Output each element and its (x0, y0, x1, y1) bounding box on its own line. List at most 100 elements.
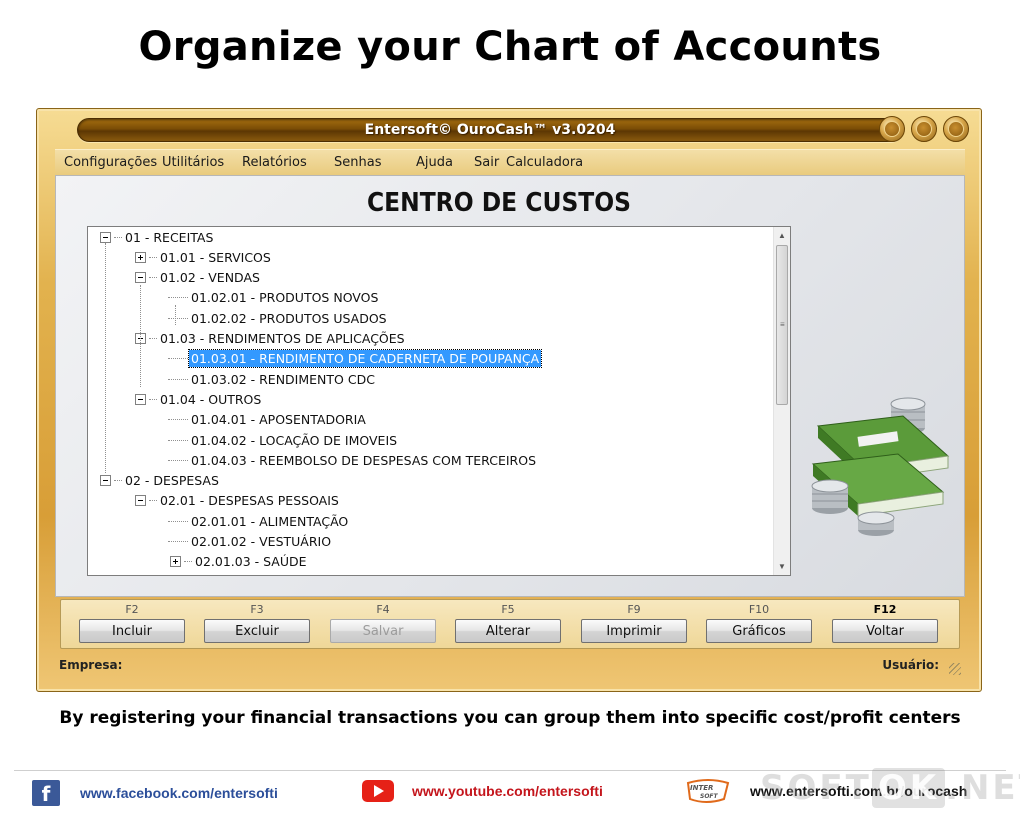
excluir-button[interactable]: Excluir (204, 619, 310, 643)
tree-node-label: 01 - RECEITAS (125, 229, 214, 245)
tree-node-label: 01.02.01 - PRODUTOS NOVOS (191, 290, 379, 306)
voltar-button[interactable]: Voltar (832, 619, 938, 643)
tree-node-label: 01.01 - SERVICOS (160, 249, 271, 265)
tree-node-label: 01.03.01 - RENDIMENTO DE CADERNETA DE PO… (187, 349, 543, 369)
section-title: CENTRO DE CUSTOS (366, 188, 632, 218)
tree-node-label: 01.04 - OUTROS (160, 391, 262, 407)
money-stack-icon (811, 397, 950, 536)
menu-utilitarios[interactable]: Utilitários (162, 155, 224, 170)
function-key-bar: F2 Incluir F3 Excluir F4 Salvar F5 Alterar F9 Imp… (60, 599, 960, 649)
tree-node-label: 01.04.02 - LOCAÇÃO DE IMOVEIS (191, 432, 398, 448)
tree-node[interactable]: 02.01 - DESPESAS PESSOAIS (135, 491, 341, 511)
collapse-icon[interactable] (135, 393, 146, 405)
window-title: Entersoft© OuroCash™ v3.0204 (364, 122, 616, 138)
fkey-label: F4 (376, 603, 390, 616)
tree-connector (149, 398, 157, 400)
caption: By registering your financial transactio… (59, 708, 961, 728)
fkey-label: F5 (501, 603, 515, 616)
tree-guide-line (175, 305, 176, 325)
tree-node[interactable]: 01.04.03 - REEMBOLSO DE DESPESAS COM TER… (168, 450, 538, 470)
collapse-icon[interactable] (100, 475, 111, 487)
tree-connector (149, 256, 157, 258)
tree-connector (149, 277, 157, 279)
footer-facebook[interactable]: f www.facebook.com/entersofti (32, 780, 278, 806)
facebook-link[interactable]: www.facebook.com/entersofti (80, 785, 278, 801)
menu-bar: Configurações Utilitários Relatórios Sen… (55, 149, 965, 175)
tree-connector (168, 378, 188, 380)
fkey-label: F2 (125, 603, 139, 616)
tree-node-label: 02.01.03 - SAÚDE (195, 554, 307, 570)
alterar-button[interactable]: Alterar (455, 619, 561, 643)
menu-sair[interactable]: Sair (474, 155, 499, 170)
salvar-button[interactable]: Salvar (330, 619, 436, 643)
fkey-label: F10 (748, 603, 770, 616)
fkey-label: F12 (873, 603, 897, 616)
title-bar[interactable]: Entersoft© OuroCash™ v3.0204 (77, 118, 903, 142)
tree-node[interactable]: 01.03 - RENDIMENTOS DE APLICAÇÕES (135, 329, 407, 349)
page-title: Organize your Chart of Accounts (138, 24, 882, 70)
expand-icon[interactable] (170, 556, 181, 568)
grficos-button[interactable]: Gráficos (706, 619, 812, 643)
expand-icon[interactable] (135, 251, 146, 263)
tree-node-label: 02.01.02 - VESTUÁRIO (191, 534, 332, 549)
tree-connector (149, 500, 157, 502)
tree-node[interactable]: 01 - RECEITAS (100, 227, 215, 247)
tree-node-label: 01.03.02 - RENDIMENTO CDC (191, 371, 375, 387)
tree-connector (168, 459, 188, 461)
resize-grip-icon[interactable] (949, 663, 961, 675)
fkey-label: F9 (627, 603, 641, 616)
fkey-group: F2 Incluir (79, 600, 185, 643)
tree-node[interactable]: 01.04.02 - LOCAÇÃO DE IMOVEIS (168, 430, 399, 450)
tree-node[interactable]: 01.01 - SERVICOS (135, 247, 273, 267)
tree-connector (168, 419, 188, 421)
minimize-button[interactable] (879, 116, 905, 142)
footer-youtube[interactable]: www.youtube.com/entersofti (362, 780, 603, 802)
tree-node[interactable]: 01.02 - VENDAS (135, 268, 262, 288)
maximize-button[interactable] (911, 116, 937, 142)
collapse-icon[interactable] (135, 495, 146, 507)
tree-scrollbar[interactable]: ▲ ≡ ▼ (773, 227, 790, 575)
collapse-icon[interactable] (135, 272, 146, 284)
svg-text:SOFT: SOFT (700, 793, 719, 800)
tree-node[interactable]: 01.03.01 - RENDIMENTO DE CADERNETA DE PO… (168, 349, 543, 369)
app-window: Entersoft© OuroCash™ v3.0204 Configuraçõ… (36, 108, 982, 692)
tree-node[interactable]: 02.01.03 - SAÚDE (170, 552, 309, 572)
imprimir-button[interactable]: Imprimir (581, 619, 687, 643)
tree-connector (184, 561, 192, 563)
fkey-group: F12 Voltar (832, 600, 938, 643)
tree-connector (149, 338, 157, 339)
menu-relatorios[interactable]: Relatórios (242, 155, 307, 170)
collapse-icon[interactable] (100, 231, 111, 243)
tree-node[interactable]: 01.03.02 - RENDIMENTO CDC (168, 369, 377, 389)
menu-senhas[interactable]: Senhas (334, 155, 381, 170)
tree-node[interactable]: 02 - DESPESAS (100, 471, 221, 491)
tree-node[interactable]: 01.02.01 - PRODUTOS NOVOS (168, 288, 380, 308)
scroll-down-icon[interactable]: ▼ (774, 558, 790, 575)
menu-configuracoes[interactable]: Configurações (64, 155, 157, 170)
cost-center-tree[interactable]: 01 - RECEITAS 01.01 - SERVICOS 01.02 - VEN… (87, 226, 791, 576)
tree-guide-line (140, 285, 141, 387)
menu-ajuda[interactable]: Ajuda (416, 155, 453, 170)
youtube-icon (362, 780, 394, 802)
tree-node[interactable]: 02.01.01 - ALIMENTAÇÃO (168, 511, 350, 531)
tree-node-label: 01.04.03 - REEMBOLSO DE DESPESAS COM TER… (191, 452, 537, 468)
close-button[interactable] (943, 116, 969, 142)
scroll-thumb[interactable]: ≡ (776, 245, 788, 405)
tree-connector (168, 317, 188, 319)
youtube-link[interactable]: www.youtube.com/entersofti (412, 783, 603, 799)
tree-connector (168, 541, 188, 542)
tree-node[interactable]: 02.01.02 - VESTUÁRIO (168, 532, 333, 552)
menu-calculadora[interactable]: Calculadora (506, 155, 583, 170)
tree-connector (168, 439, 188, 441)
tree-node[interactable]: 01.02.02 - PRODUTOS USADOS (168, 308, 389, 328)
tree-node[interactable]: 01.04 - OUTROS (135, 389, 263, 409)
incluir-button[interactable]: Incluir (79, 619, 185, 643)
tree-connector (168, 520, 188, 522)
grip-icon: ≡ (780, 320, 785, 329)
tree-node[interactable]: 01.04.01 - APOSENTADORIA (168, 410, 368, 430)
watermark-part-3: .NET (945, 768, 1020, 808)
watermark-part-1: SOFT (760, 768, 872, 808)
scroll-up-icon[interactable]: ▲ (774, 227, 790, 244)
watermark: SOFTOK.NET (760, 768, 1020, 808)
tree-connector (168, 358, 188, 360)
